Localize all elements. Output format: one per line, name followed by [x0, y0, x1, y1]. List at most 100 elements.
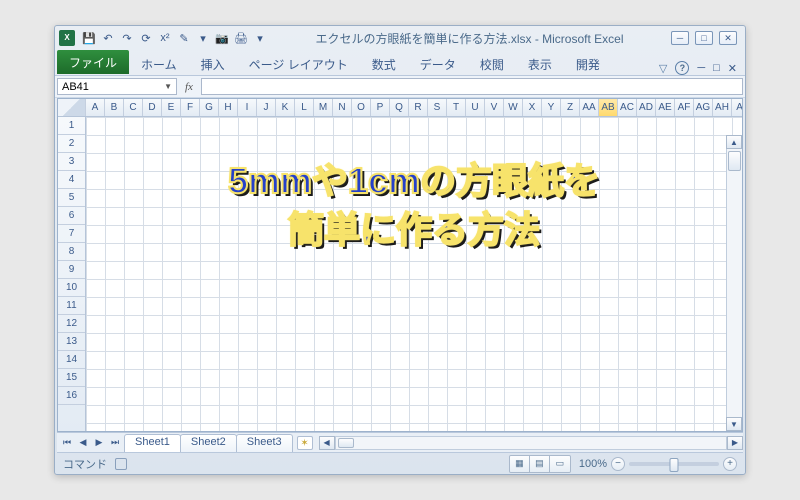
sheet-nav-last[interactable]: ⏭: [107, 437, 123, 448]
row-header-6[interactable]: 6: [58, 207, 85, 225]
sheet-nav-next[interactable]: ▶: [91, 437, 107, 448]
undo-icon[interactable]: ↶: [100, 30, 116, 46]
col-header-I[interactable]: I: [238, 99, 257, 116]
col-header-L[interactable]: L: [295, 99, 314, 116]
col-header-Z[interactable]: Z: [561, 99, 580, 116]
tab-数式[interactable]: 数式: [362, 53, 406, 75]
formula-input[interactable]: [201, 78, 743, 95]
file-tab[interactable]: ファイル: [57, 50, 129, 74]
zoom-out-button[interactable]: −: [611, 457, 625, 471]
col-header-X[interactable]: X: [523, 99, 542, 116]
maximize-button[interactable]: □: [695, 31, 713, 45]
tab-ホーム[interactable]: ホーム: [131, 53, 187, 75]
ribbon-minimize-icon[interactable]: ▽: [659, 62, 667, 75]
tab-開発[interactable]: 開発: [566, 53, 610, 75]
row-header-9[interactable]: 9: [58, 261, 85, 279]
view-pagebreak-button[interactable]: ▭: [550, 456, 570, 472]
row-header-14[interactable]: 14: [58, 351, 85, 369]
col-header-Y[interactable]: Y: [542, 99, 561, 116]
row-header-7[interactable]: 7: [58, 225, 85, 243]
row-header-1[interactable]: 1: [58, 117, 85, 135]
camera-icon[interactable]: 📷: [214, 30, 230, 46]
sheet-tab-Sheet2[interactable]: Sheet2: [180, 434, 237, 452]
col-header-AA[interactable]: AA: [580, 99, 599, 116]
row-header-11[interactable]: 11: [58, 297, 85, 315]
row-header-12[interactable]: 12: [58, 315, 85, 333]
col-header-G[interactable]: G: [200, 99, 219, 116]
workbook-restore-button[interactable]: □: [713, 62, 720, 74]
sheet-nav-first[interactable]: ⏮: [59, 437, 75, 448]
col-header-E[interactable]: E: [162, 99, 181, 116]
help-icon[interactable]: ?: [675, 61, 689, 75]
horizontal-scrollbar[interactable]: ◀ ▶: [319, 433, 743, 452]
row-header-16[interactable]: 16: [58, 387, 85, 405]
superscript-icon[interactable]: x²: [157, 30, 173, 46]
repeat-icon[interactable]: ⟳: [138, 30, 154, 46]
col-header-AH[interactable]: AH: [713, 99, 732, 116]
row-header-2[interactable]: 2: [58, 135, 85, 153]
col-header-Q[interactable]: Q: [390, 99, 409, 116]
qat-customize-icon[interactable]: ▾: [252, 30, 268, 46]
col-header-F[interactable]: F: [181, 99, 200, 116]
row-header-4[interactable]: 4: [58, 171, 85, 189]
col-header-C[interactable]: C: [124, 99, 143, 116]
redo-icon[interactable]: ↷: [119, 30, 135, 46]
col-header-M[interactable]: M: [314, 99, 333, 116]
workbook-close-button[interactable]: ✕: [728, 62, 737, 75]
col-header-AE[interactable]: AE: [656, 99, 675, 116]
tab-データ[interactable]: データ: [410, 53, 466, 75]
col-header-D[interactable]: D: [143, 99, 162, 116]
zoom-in-button[interactable]: +: [723, 457, 737, 471]
row-header-3[interactable]: 3: [58, 153, 85, 171]
col-header-P[interactable]: P: [371, 99, 390, 116]
col-header-R[interactable]: R: [409, 99, 428, 116]
chevron-down-icon[interactable]: ▼: [164, 82, 172, 91]
col-header-AG[interactable]: AG: [694, 99, 713, 116]
paintbrush-icon[interactable]: ✎: [176, 30, 192, 46]
dropdown-icon[interactable]: ▾: [195, 30, 211, 46]
row-header-13[interactable]: 13: [58, 333, 85, 351]
col-header-O[interactable]: O: [352, 99, 371, 116]
vscroll-track[interactable]: [726, 149, 742, 417]
vertical-scrollbar[interactable]: ▲ ▼: [726, 135, 742, 431]
scroll-left-button[interactable]: ◀: [319, 436, 335, 450]
tab-校閲[interactable]: 校閲: [470, 53, 514, 75]
col-header-S[interactable]: S: [428, 99, 447, 116]
fx-icon[interactable]: fx: [185, 81, 193, 93]
row-header-10[interactable]: 10: [58, 279, 85, 297]
col-header-AB[interactable]: AB: [599, 99, 618, 116]
cell-area[interactable]: 5mmや1cmの方眼紙を 簡単に作る方法: [86, 117, 742, 431]
col-header-B[interactable]: B: [105, 99, 124, 116]
macro-record-icon[interactable]: [115, 458, 127, 470]
close-button[interactable]: ✕: [719, 31, 737, 45]
sheet-tab-Sheet1[interactable]: Sheet1: [124, 434, 181, 452]
col-header-AF[interactable]: AF: [675, 99, 694, 116]
col-header-K[interactable]: K: [276, 99, 295, 116]
name-box[interactable]: AB41 ▼: [57, 78, 177, 95]
scroll-right-button[interactable]: ▶: [727, 436, 743, 450]
select-all-button[interactable]: [58, 99, 86, 116]
col-header-T[interactable]: T: [447, 99, 466, 116]
save-icon[interactable]: 💾: [81, 30, 97, 46]
zoom-slider[interactable]: [629, 462, 719, 466]
col-header-V[interactable]: V: [485, 99, 504, 116]
col-header-N[interactable]: N: [333, 99, 352, 116]
row-header-5[interactable]: 5: [58, 189, 85, 207]
col-header-U[interactable]: U: [466, 99, 485, 116]
col-header-W[interactable]: W: [504, 99, 523, 116]
tab-挿入[interactable]: 挿入: [191, 53, 235, 75]
col-header-AD[interactable]: AD: [637, 99, 656, 116]
tab-表示[interactable]: 表示: [518, 53, 562, 75]
sheet-nav-prev[interactable]: ◀: [75, 437, 91, 448]
col-header-AC[interactable]: AC: [618, 99, 637, 116]
col-header-AI[interactable]: AI: [732, 99, 742, 116]
scroll-down-button[interactable]: ▼: [726, 417, 742, 431]
view-normal-button[interactable]: ▦: [510, 456, 530, 472]
sheet-tab-Sheet3[interactable]: Sheet3: [236, 434, 293, 452]
scroll-up-button[interactable]: ▲: [726, 135, 742, 149]
new-sheet-button[interactable]: ✶: [297, 436, 313, 450]
view-pagelayout-button[interactable]: ▤: [530, 456, 550, 472]
col-header-J[interactable]: J: [257, 99, 276, 116]
minimize-button[interactable]: ─: [671, 31, 689, 45]
workbook-minimize-button[interactable]: ─: [697, 62, 705, 74]
